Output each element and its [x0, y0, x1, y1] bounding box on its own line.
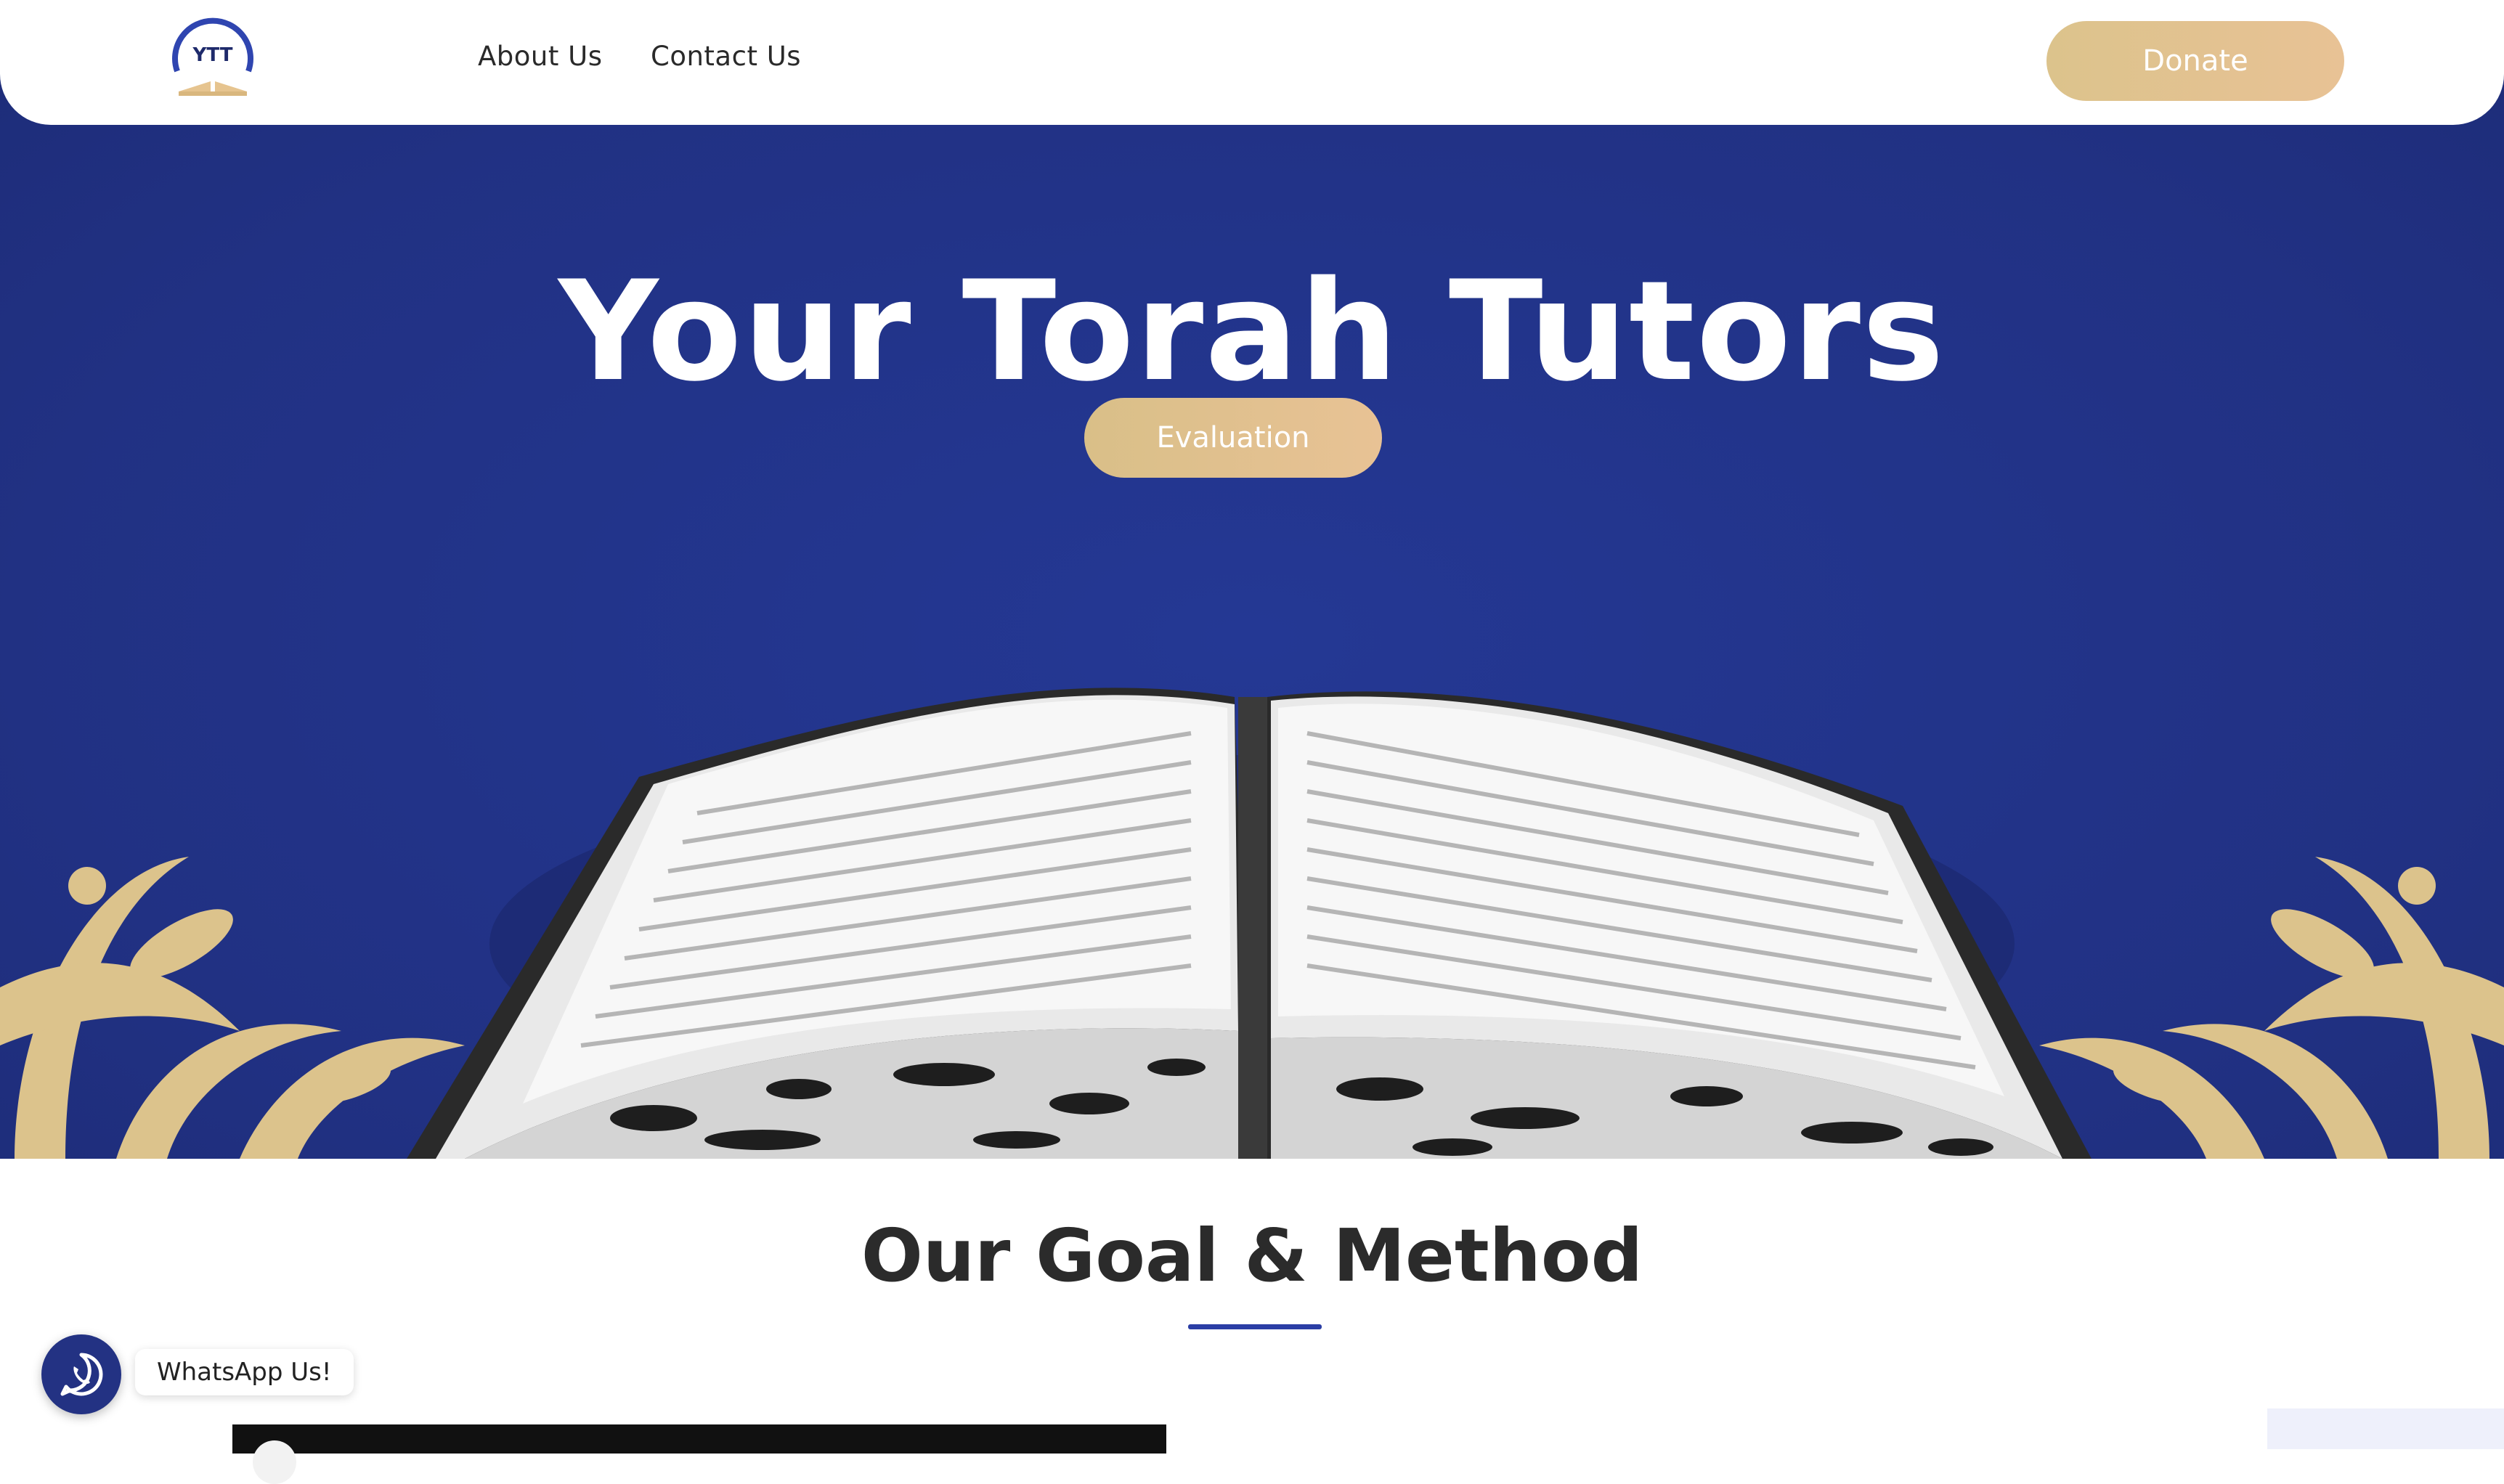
whatsapp-label[interactable]: WhatsApp Us!	[135, 1349, 354, 1395]
logo-text: YTT	[192, 44, 233, 66]
nav-contact-us[interactable]: Contact Us	[651, 41, 801, 72]
donate-button[interactable]: Donate	[2046, 21, 2344, 101]
nav-about-us[interactable]: About Us	[478, 41, 603, 72]
video-avatar-icon	[253, 1440, 296, 1484]
evaluation-button[interactable]: Evaluation	[1084, 398, 1382, 478]
site-header: YTT About Us Contact Us Donate	[0, 0, 2504, 125]
section-divider	[1188, 1324, 1322, 1329]
site-logo[interactable]: YTT	[166, 13, 260, 97]
whatsapp-button[interactable]	[41, 1334, 121, 1414]
video-embed[interactable]	[232, 1424, 1166, 1484]
hero-section: Your Torah Tutors Evaluation	[0, 0, 2504, 1159]
open-book-illustration	[0, 688, 2504, 1159]
hero-title: Your Torah Tutors	[558, 251, 1946, 412]
goal-section-title: Our Goal & Method	[861, 1213, 1643, 1298]
logo-emblem-icon: YTT	[172, 17, 253, 96]
side-panel	[2267, 1408, 2504, 1449]
whatsapp-icon	[60, 1353, 103, 1396]
